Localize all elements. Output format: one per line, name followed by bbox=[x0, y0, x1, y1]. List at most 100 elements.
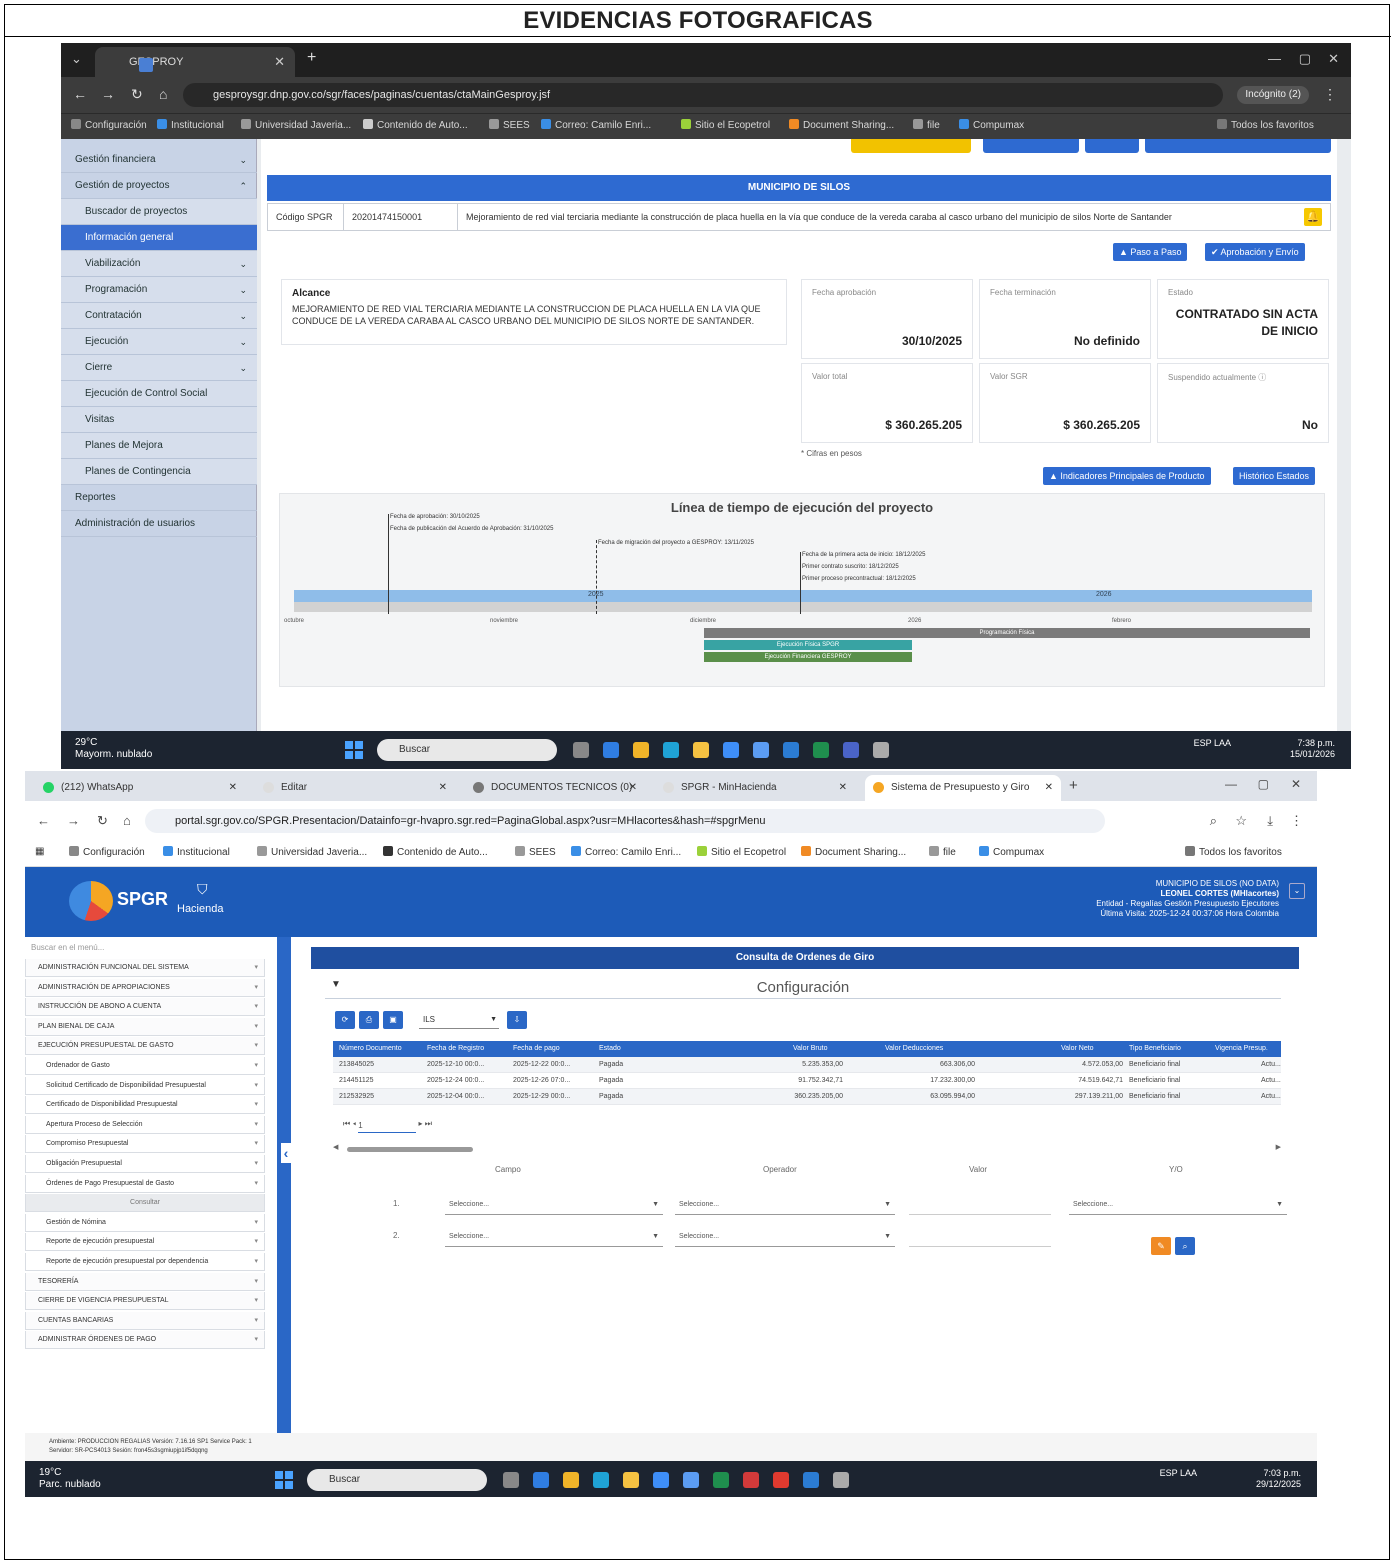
sidebar-menu-item[interactable]: TESORERÍA ▾ bbox=[25, 1272, 265, 1291]
scroll-thumb[interactable] bbox=[347, 1147, 473, 1152]
close-window-icon[interactable]: ✕ bbox=[1291, 777, 1301, 791]
bookmark-item[interactable]: file bbox=[913, 119, 940, 131]
sidebar-item[interactable]: Buscador de proyectos bbox=[61, 199, 257, 225]
table-row[interactable]: 213845025 2025-12-10 00:0... 2025-12-22 00… bbox=[333, 1057, 1281, 1073]
bookmark-item[interactable]: Configuración bbox=[69, 846, 145, 858]
weather-widget[interactable]: 19°C Parc. nublado bbox=[39, 1467, 101, 1491]
app-icon[interactable] bbox=[603, 742, 619, 758]
back-icon[interactable]: ← bbox=[73, 86, 87, 102]
windows-start-icon[interactable] bbox=[275, 1471, 293, 1489]
grid-column-header[interactable]: Valor Neto bbox=[1061, 1041, 1094, 1057]
task-view-icon[interactable] bbox=[573, 742, 589, 758]
bookmark-item[interactable]: Contenido de Auto... bbox=[363, 119, 468, 131]
close-icon[interactable]: ✕ bbox=[1045, 775, 1053, 801]
zoom-icon[interactable]: ⌕ bbox=[1210, 813, 1217, 829]
sidebar-item[interactable]: Reportes bbox=[61, 485, 257, 511]
language-indicator[interactable]: ESP LAA bbox=[1194, 738, 1231, 749]
home-icon[interactable]: ⌂ bbox=[123, 813, 131, 828]
close-icon[interactable]: ✕ bbox=[439, 775, 447, 801]
close-icon[interactable]: ✕ bbox=[839, 775, 847, 801]
valor-input[interactable] bbox=[909, 1195, 1051, 1215]
app-icon[interactable] bbox=[873, 742, 889, 758]
sidebar-menu-item[interactable]: Compromiso Presupuestal ▾ bbox=[25, 1135, 265, 1154]
reload-icon[interactable]: ↻ bbox=[97, 813, 108, 829]
operador-select[interactable]: Seleccione... ▼ bbox=[675, 1227, 895, 1247]
clock[interactable]: 7:38 p.m. 15/01/2026 bbox=[1290, 738, 1335, 760]
restore-icon[interactable]: ▢ bbox=[1299, 51, 1311, 67]
sidebar-menu-item[interactable]: ADMINISTRACIÓN FUNCIONAL DEL SISTEMA ▾ bbox=[25, 959, 265, 977]
sidebar-menu-item[interactable]: Consultar bbox=[25, 1194, 265, 1213]
minimize-icon[interactable]: — bbox=[1268, 51, 1281, 66]
config-section[interactable]: ▼ Configuración bbox=[325, 977, 1281, 999]
bookmark-item[interactable]: Institucional bbox=[163, 846, 230, 858]
taskbar-search[interactable]: Buscar bbox=[307, 1469, 487, 1491]
tab-spgr-minhacienda[interactable]: SPGR - MinHacienda ✕ bbox=[655, 775, 855, 801]
valor-input[interactable] bbox=[909, 1227, 1051, 1247]
task-view-icon[interactable] bbox=[503, 1472, 519, 1488]
tab-documentos[interactable]: DOCUMENTOS TECNICOS (0) ✕ bbox=[465, 775, 645, 801]
bookmark-item[interactable]: Universidad Javeria... bbox=[241, 119, 351, 131]
grid-column-header[interactable]: Tipo Beneficiario bbox=[1129, 1041, 1181, 1057]
bookmark-item[interactable]: Sitio el Ecopetrol bbox=[697, 846, 786, 858]
back-icon[interactable]: ← bbox=[37, 813, 50, 828]
forward-icon[interactable]: → bbox=[67, 813, 80, 828]
url-field[interactable]: portal.sgr.gov.co/SPGR.Presentacion/Data… bbox=[145, 809, 1105, 833]
sidebar-menu-item[interactable]: EJECUCIÓN PRESUPUESTAL DE GASTO ▾ bbox=[25, 1037, 265, 1056]
scroll-right-icon[interactable]: ▶ bbox=[1276, 1143, 1281, 1151]
menu-search-input[interactable]: Buscar en el menú... bbox=[31, 943, 104, 952]
bookmark-item[interactable]: Institucional bbox=[157, 119, 224, 131]
indicadores-button[interactable]: ▲ Indicadores Principales de Producto bbox=[1043, 467, 1211, 485]
collapse-chevron-icon[interactable]: ‹ bbox=[281, 1143, 291, 1163]
info-icon[interactable]: ⓘ bbox=[1258, 373, 1266, 382]
print-button[interactable]: ⎙ bbox=[359, 1011, 379, 1029]
app-icon[interactable] bbox=[743, 1472, 759, 1488]
top-action-button[interactable] bbox=[1085, 139, 1139, 153]
sidebar-item[interactable]: Ejecución ⌄ bbox=[61, 329, 257, 355]
download-icon[interactable]: ⤓ bbox=[1267, 813, 1273, 829]
bookmark-item[interactable]: Correo: Camilo Enri... bbox=[571, 846, 681, 858]
app-icon[interactable] bbox=[833, 1472, 849, 1488]
tab-search-icon[interactable]: ⌄ bbox=[71, 51, 82, 67]
excel-icon[interactable] bbox=[813, 742, 829, 758]
forward-icon[interactable]: → bbox=[101, 86, 115, 102]
grid-column-header[interactable]: Valor Deducciones bbox=[885, 1041, 943, 1057]
word-icon[interactable] bbox=[803, 1472, 819, 1488]
sidebar-menu-item[interactable]: Certificado de Disponibilidad Presupuest… bbox=[25, 1096, 265, 1115]
yo-select[interactable]: Seleccione... ▼ bbox=[1069, 1195, 1287, 1215]
clear-filter-button[interactable]: ✎ bbox=[1151, 1237, 1171, 1255]
grid-column-header[interactable]: Vigencia Presup. bbox=[1215, 1041, 1268, 1057]
file-explorer-icon[interactable] bbox=[623, 1472, 639, 1488]
bookmark-item[interactable]: Todos los favoritos bbox=[1217, 119, 1314, 131]
scroll-left-icon[interactable]: ◀ bbox=[333, 1143, 338, 1151]
tab-gesproy[interactable]: GESPROY ✕ bbox=[95, 47, 295, 77]
bookmark-item[interactable]: Configuración bbox=[71, 119, 147, 131]
sidebar-menu-item[interactable]: Apertura Proceso de Selección ▾ bbox=[25, 1115, 265, 1134]
sidebar-item[interactable]: Planes de Contingencia bbox=[61, 459, 257, 485]
bookmark-item[interactable]: Contenido de Auto... bbox=[383, 846, 488, 858]
tab-editar[interactable]: Editar ✕ bbox=[255, 775, 455, 801]
aprobacion-envio-button[interactable]: ✔ Aprobación y Envío bbox=[1205, 243, 1305, 261]
page-input[interactable]: 1 bbox=[358, 1121, 417, 1133]
restore-icon[interactable]: ▢ bbox=[1258, 777, 1269, 791]
refresh-button[interactable]: ⟳ bbox=[335, 1011, 355, 1029]
menu-icon[interactable]: ⋮ bbox=[1323, 86, 1337, 103]
paso-a-paso-button[interactable]: ▲ Paso a Paso bbox=[1113, 243, 1188, 261]
close-icon[interactable]: ✕ bbox=[229, 775, 237, 801]
bookmark-item[interactable]: file bbox=[929, 846, 956, 858]
windows-start-icon[interactable] bbox=[345, 741, 363, 759]
sidebar-item[interactable]: Planes de Mejora bbox=[61, 433, 257, 459]
sidebar-menu-item[interactable]: Órdenes de Pago Presupuestal de Gasto ▾ bbox=[25, 1174, 265, 1193]
sidebar-item[interactable]: Cierre ⌄ bbox=[61, 355, 257, 381]
sidebar-menu-item[interactable]: Gestión de Nómina ▾ bbox=[25, 1213, 265, 1232]
app-icon[interactable] bbox=[723, 742, 739, 758]
reload-icon[interactable]: ↻ bbox=[131, 86, 143, 103]
sidebar-menu-item[interactable]: CIERRE DE VIGENCIA PRESUPUESTAL ▾ bbox=[25, 1292, 265, 1311]
clock[interactable]: 7:03 p.m. 29/12/2025 bbox=[1256, 1468, 1301, 1490]
table-row[interactable]: 214451125 2025-12-24 00:0... 2025-12-26 07… bbox=[333, 1073, 1281, 1089]
top-action-button[interactable] bbox=[1145, 139, 1331, 153]
taskbar-search[interactable]: Buscar bbox=[377, 739, 557, 761]
excel-icon[interactable] bbox=[713, 1472, 729, 1488]
sidebar-splitter[interactable] bbox=[277, 937, 291, 1437]
app-icon[interactable] bbox=[633, 742, 649, 758]
edge-icon[interactable] bbox=[593, 1472, 609, 1488]
